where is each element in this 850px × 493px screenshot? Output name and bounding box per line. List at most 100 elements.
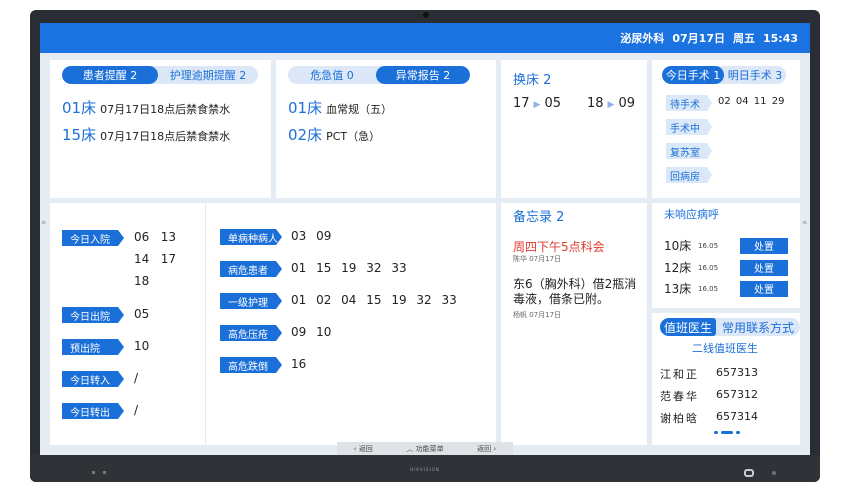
bed-move[interactable]: 18 ▶ 09: [587, 96, 635, 111]
tab-today-surgery[interactable]: 今日手术 1: [662, 66, 724, 84]
status-waiting[interactable]: 待手术: [666, 95, 712, 111]
calls-title: 未响应病呼: [664, 208, 719, 221]
call-bed: 12床: [664, 261, 692, 275]
doctor-name: 范春华: [660, 390, 699, 403]
category-tag[interactable]: 单病种病人: [220, 229, 282, 245]
waiting-beds: 02 04 11 29: [718, 96, 785, 107]
category-beds: 01 02 04 15 19 32 33: [291, 293, 457, 307]
tab-abnormal-reports[interactable]: 异常报告 2: [376, 66, 470, 84]
status-back-ward[interactable]: 回病房: [666, 167, 712, 183]
tab-critical-values[interactable]: 危急值 0: [288, 66, 376, 84]
category-tag[interactable]: 一级护理: [220, 293, 282, 309]
page-indicator[interactable]: [714, 431, 740, 434]
today-admission-beds: 14 17: [134, 252, 176, 266]
today-admission-beds: 18: [134, 274, 150, 288]
doctor-phone: 657314: [716, 410, 758, 423]
reminders-panel: 患者提醒 2 护理逾期提醒 2 01床 07月17日18点后禁食禁水 15床 0…: [50, 60, 271, 198]
memo-author: 陈华 07月17日: [513, 255, 562, 263]
report-text: PCT（急）: [326, 130, 381, 143]
report-text: 血常规（五）: [326, 103, 393, 116]
duty-doctor-row[interactable]: 谢柏晗 657314: [660, 410, 758, 426]
page-dot: [736, 431, 740, 434]
handle-button[interactable]: 处置: [740, 259, 788, 276]
transfer-in-tag[interactable]: 今日转入: [62, 371, 124, 387]
header-time: 15:43: [762, 31, 798, 45]
from-bed: 17: [513, 96, 530, 111]
category-tag[interactable]: 高危压疮: [220, 325, 282, 341]
sensor-icon: [744, 469, 754, 477]
today-discharge-tag[interactable]: 今日出院: [62, 307, 124, 323]
handle-button[interactable]: 处置: [740, 237, 788, 254]
camera-icon: [423, 12, 429, 18]
memo-panel: 备忘录 2 周四下午5点科会 陈华 07月17日 东6（胸外科）借2瓶消毒液，借…: [501, 203, 647, 445]
duty-doctor-row[interactable]: 范春华 657312: [660, 388, 758, 404]
transfer-out-beds: /: [134, 403, 139, 417]
today-admission-beds: 06 13: [134, 230, 176, 244]
arrow-right-icon: ▶: [607, 100, 615, 110]
chevron-right-icon: ›: [491, 445, 497, 453]
doctor-phone: 657312: [716, 388, 758, 401]
call-row: 13床 16.05 处置: [664, 280, 788, 297]
status-recovery[interactable]: 复苏室: [666, 143, 712, 159]
bed-move[interactable]: 17 ▶ 05: [513, 96, 561, 111]
calls-panel: 未响应病呼 10床 16.05 处置 12床 16.05 处置 13床 16.0…: [652, 203, 800, 308]
bed-number: 02床: [288, 126, 323, 144]
left-expand-icon[interactable]: »: [41, 218, 47, 228]
pre-discharge-tag[interactable]: 预出院: [62, 339, 124, 355]
transfer-out-tag[interactable]: 今日转出: [62, 403, 124, 419]
doctor-phone: 657313: [716, 366, 758, 379]
from-bed: 18: [587, 96, 604, 111]
panel-divider: [205, 203, 206, 445]
header-date: 07月17日: [672, 32, 725, 45]
forward-button[interactable]: 返回 ›: [477, 444, 496, 454]
list-item[interactable]: 01床 07月17日18点后禁食禁水: [62, 97, 230, 118]
page-dot: [714, 431, 718, 434]
to-bed: 09: [618, 96, 636, 111]
doctor-name: 谢柏晗: [660, 412, 699, 425]
call-row: 12床 16.05 处置: [664, 259, 788, 276]
memo-title: 备忘录 2: [513, 210, 565, 225]
category-tag[interactable]: 病危患者: [220, 261, 282, 277]
category-tag[interactable]: 高危跌倒: [220, 357, 282, 373]
reminder-text: 07月17日18点后禁食禁水: [100, 130, 231, 143]
memo-text[interactable]: 东6（胸外科）借2瓶消毒液，借条已附。: [513, 277, 637, 307]
tab-nursing-overdue[interactable]: 护理逾期提醒 2: [158, 66, 258, 84]
tab-contacts[interactable]: 常用联系方式: [716, 318, 800, 336]
bed-number: 01床: [62, 99, 97, 117]
screen: 泌尿外科 07月17日 周五 15:43 患者提醒 2 护理逾期提醒 2 01床…: [40, 23, 810, 455]
top-bar: 泌尿外科 07月17日 周五 15:43: [40, 23, 810, 53]
bottom-nav: ‹ 返回 ︿ 功能菜单 返回 ›: [337, 442, 513, 455]
back-button[interactable]: ‹ 返回: [354, 444, 373, 454]
tab-patient-reminders[interactable]: 患者提醒 2: [62, 66, 158, 84]
brand-logo: HIKVISION: [410, 467, 440, 472]
bed-change-panel: 换床 2 17 ▶ 05 18 ▶ 09: [501, 60, 647, 198]
bed-number: 01床: [288, 99, 323, 117]
memo-text[interactable]: 周四下午5点科会: [513, 238, 605, 255]
bed-change-title: 换床 2: [513, 73, 552, 88]
pre-discharge-beds: 10: [134, 339, 150, 353]
duty-doctor-row[interactable]: 江和正 657313: [660, 366, 758, 382]
tab-tomorrow-surgery[interactable]: 明日手术 3: [724, 66, 786, 84]
duty-panel: 值班医生 常用联系方式 二线值班医生 江和正 657313 范春华 657312…: [652, 313, 800, 445]
call-time: 16.05: [698, 284, 719, 293]
reminder-text: 07月17日18点后禁食禁水: [100, 103, 231, 116]
right-expand-icon[interactable]: «: [802, 218, 808, 228]
critical-panel: 危急值 0 异常报告 2 01床 血常规（五） 02床 PCT（急）: [276, 60, 496, 198]
tab-duty-doctor[interactable]: 值班医生: [660, 318, 716, 336]
call-bed: 13床: [664, 282, 692, 296]
surgery-panel: 今日手术 1 明日手术 3 待手术 02 04 11 29 手术中 复苏室 回病…: [652, 60, 800, 198]
chevron-up-icon: ︿: [406, 445, 416, 453]
list-item[interactable]: 15床 07月17日18点后禁食禁水: [62, 124, 230, 145]
today-discharge-beds: 05: [134, 307, 150, 321]
list-item[interactable]: 01床 血常规（五）: [288, 97, 392, 118]
page-dot-active: [721, 431, 733, 434]
list-item[interactable]: 02床 PCT（急）: [288, 124, 380, 145]
call-bed: 10床: [664, 239, 692, 253]
status-in-surgery[interactable]: 手术中: [666, 119, 712, 135]
power-led-icon: [772, 471, 776, 475]
today-admission-tag[interactable]: 今日入院: [62, 230, 124, 246]
doctor-name: 江和正: [660, 368, 699, 381]
call-row: 10床 16.05 处置: [664, 237, 788, 254]
handle-button[interactable]: 处置: [740, 280, 788, 297]
menu-button[interactable]: ︿ 功能菜单: [406, 444, 443, 454]
